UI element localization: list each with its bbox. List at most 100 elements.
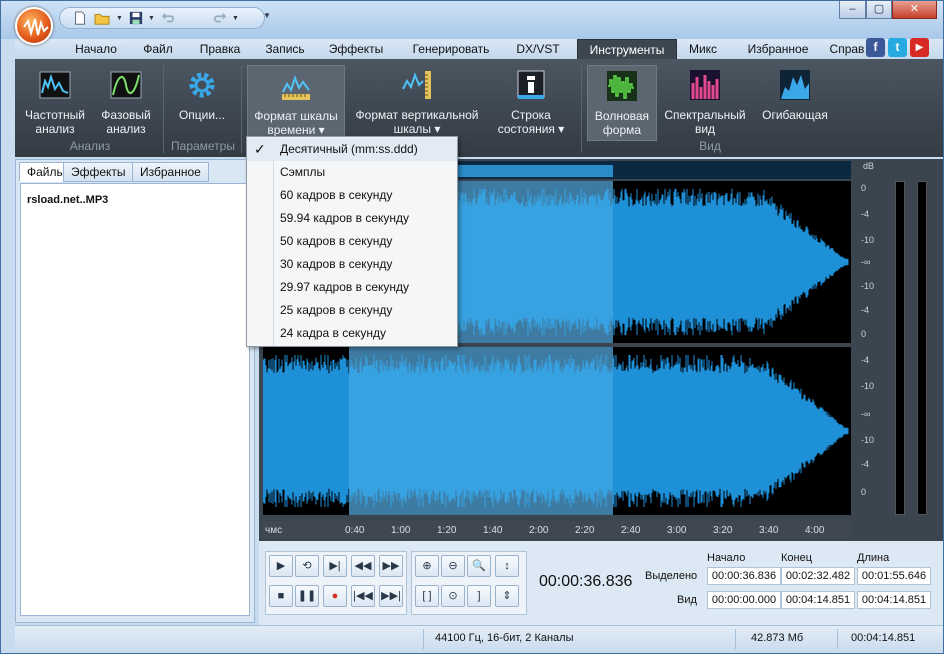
view-start-field[interactable]: 00:00:00.000: [707, 591, 781, 609]
db-tick: 0: [861, 329, 867, 339]
dropdown-item-label: Сэмплы: [280, 165, 326, 179]
save-icon[interactable]: [128, 11, 144, 25]
time-format-5994fps[interactable]: 59.94 кадров в секунду: [247, 207, 457, 230]
tab-edit[interactable]: Правка: [191, 39, 249, 59]
time-ruler[interactable]: чмс 0:40 1:00 1:20 1:40 2:00 2:20 2:40 3:00 3:20…: [263, 521, 851, 539]
waveform-view-button[interactable]: Волновая форма: [587, 65, 657, 141]
undo-icon[interactable]: [160, 11, 176, 25]
db-tick: -10: [861, 435, 875, 445]
go-to-end-button[interactable]: ▶▶|: [379, 585, 403, 607]
status-bar-button[interactable]: Строка состояния ▾: [489, 65, 573, 141]
envelope-view-button[interactable]: Огибающая: [753, 65, 837, 141]
group-label-analysis: Анализ: [69, 139, 111, 153]
zoom-selection-icon[interactable]: [ ]: [415, 585, 439, 607]
ribbon-toolbar: Частотный анализ Фазовый анализ Анализ Опц…: [15, 59, 943, 157]
twitter-icon[interactable]: t: [888, 38, 907, 57]
tab-mix[interactable]: Микс: [683, 39, 723, 59]
vertical-format-button[interactable]: Формат вертикальной шкалы ▾: [349, 65, 485, 141]
time-ruler-icon: [282, 75, 310, 100]
stop-button[interactable]: ■: [269, 585, 293, 607]
current-time-display: 00:00:36.836: [539, 573, 633, 590]
zoom-100-icon[interactable]: 🔍: [467, 555, 491, 577]
fast-forward-button[interactable]: ▶▶: [379, 555, 403, 577]
time-format-2997fps[interactable]: 29.97 кадров в секунду: [247, 276, 457, 299]
pause-button[interactable]: ❚❚: [295, 585, 319, 607]
spectral-view-button[interactable]: Спектральный вид: [661, 65, 749, 141]
zoom-full-icon[interactable]: ⊙: [441, 585, 465, 607]
go-to-start-button[interactable]: |◀◀: [351, 585, 375, 607]
tab-file[interactable]: Файл: [133, 39, 183, 59]
tab-help[interactable]: Справ: [829, 39, 865, 59]
frequency-analysis-button[interactable]: Частотный анализ: [21, 65, 89, 141]
time-format-dropdown: ✓ Десятичный (mm:ss.ddd) Сэмплы 60 кадро…: [246, 136, 458, 347]
level-meter-left: [895, 181, 905, 515]
selection-end-field[interactable]: 00:02:32.482: [781, 567, 855, 585]
zoom-out-icon[interactable]: ⊖: [441, 555, 465, 577]
record-button[interactable]: ●: [323, 585, 347, 607]
app-logo-icon[interactable]: [15, 7, 53, 45]
dropdown-item-label: 60 кадров в секунду: [280, 188, 393, 202]
zoom-vertical-out-icon[interactable]: ⇕: [495, 585, 519, 607]
waveform-channel-right[interactable]: [263, 347, 851, 515]
time-format-24fps[interactable]: 24 кадра в секунду: [247, 322, 457, 345]
tab-record[interactable]: Запись: [259, 39, 311, 59]
customize-toolbar-icon[interactable]: ▼: [263, 11, 271, 20]
frequency-analysis-icon: [39, 71, 71, 99]
title-bar: ▼ ▼ ▼ ▼ – ▢ ✕: [1, 1, 943, 39]
time-format-60fps[interactable]: 60 кадров в секунду: [247, 184, 457, 207]
zoom-in-icon[interactable]: ⊕: [415, 555, 439, 577]
options-button[interactable]: Опции...: [171, 65, 233, 141]
tab-favorites[interactable]: Избранное: [737, 39, 819, 59]
timeline-tick: 3:20: [713, 525, 733, 536]
selection-length-field[interactable]: 00:01:55.646: [857, 567, 931, 585]
ribbon-separator: [241, 65, 242, 153]
zoom-vertical-in-icon[interactable]: ↕: [495, 555, 519, 577]
quick-access-toolbar: ▼ ▼ ▼: [59, 7, 265, 29]
open-folder-icon[interactable]: [94, 11, 110, 25]
list-item[interactable]: rsload.net..MP3: [27, 194, 108, 206]
selection-start-field[interactable]: 00:00:36.836: [707, 567, 781, 585]
time-format-50fps[interactable]: 50 кадров в секунду: [247, 230, 457, 253]
redo-icon[interactable]: [212, 11, 228, 25]
check-icon: ✓: [254, 141, 266, 157]
play-button[interactable]: ▶: [269, 555, 293, 577]
tab-effects[interactable]: Эффекты: [321, 39, 391, 59]
tab-dxvst[interactable]: DX/VST: [509, 39, 567, 59]
file-list: rsload.net..MP3: [20, 183, 250, 616]
time-format-25fps[interactable]: 25 кадров в секунду: [247, 299, 457, 322]
view-length-field[interactable]: 00:04:14.851: [857, 591, 931, 609]
play-to-end-button[interactable]: ▶|: [323, 555, 347, 577]
view-end-field[interactable]: 00:04:14.851: [781, 591, 855, 609]
zoom-fit-icon[interactable]: ]: [467, 585, 491, 607]
youtube-icon[interactable]: ▶: [910, 38, 929, 57]
transport-area: ▶ ⟲ ▶| ◀◀ ▶▶ ■ ❚❚ ● |◀◀ ▶▶| ⊕ ⊖ 🔍 ↕ [ ] …: [259, 541, 943, 625]
phase-analysis-button[interactable]: Фазовый анализ: [95, 65, 157, 141]
time-format-samples[interactable]: Сэмплы: [247, 161, 457, 184]
header-end: Конец: [781, 552, 813, 564]
time-format-30fps[interactable]: 30 кадров в секунду: [247, 253, 457, 276]
db-scale-top: 0 -4 -10 -∞ -10 -4 0: [855, 181, 881, 343]
facebook-icon[interactable]: f: [866, 38, 885, 57]
open-dropdown-icon[interactable]: ▼: [116, 15, 123, 22]
rewind-button[interactable]: ◀◀: [351, 555, 375, 577]
dropdown-item-label: 29.97 кадров в секунду: [280, 280, 410, 294]
close-button[interactable]: ✕: [892, 1, 937, 19]
db-tick: 0: [861, 487, 867, 497]
time-format-decimal[interactable]: ✓ Десятичный (mm:ss.ddd): [247, 138, 457, 161]
tab-home[interactable]: Начало: [67, 39, 125, 59]
time-format-label-2: времени ▾: [267, 123, 325, 137]
save-dropdown-icon[interactable]: ▼: [148, 15, 155, 22]
tab-effects-panel[interactable]: Эффекты: [63, 162, 134, 182]
tab-favorites-panel[interactable]: Избранное: [132, 162, 209, 182]
tab-tools[interactable]: Инструменты: [577, 39, 677, 59]
time-format-button[interactable]: Формат шкалы времени ▾: [247, 65, 345, 141]
minimize-button[interactable]: –: [839, 1, 866, 19]
phase-analysis-icon: [110, 71, 142, 99]
new-file-icon[interactable]: [72, 11, 88, 25]
db-tick: 0: [861, 183, 867, 193]
restore-button[interactable]: ▢: [866, 1, 892, 19]
redo-dropdown-icon[interactable]: ▼: [232, 15, 239, 22]
tab-generate[interactable]: Генерировать: [403, 39, 499, 59]
header-start: Начало: [707, 552, 746, 564]
loop-button[interactable]: ⟲: [295, 555, 319, 577]
